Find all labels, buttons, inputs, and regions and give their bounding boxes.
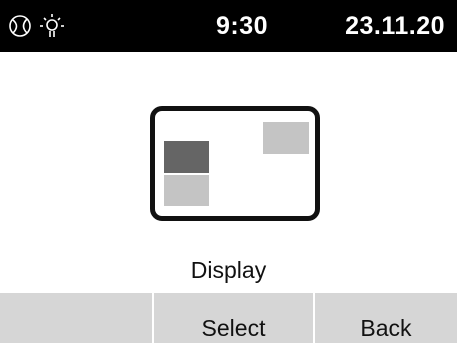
softkey-left[interactable] (0, 293, 154, 343)
status-date: 23.11.20 (345, 12, 445, 40)
display-layout-icon (150, 106, 320, 221)
status-icons (8, 13, 88, 41)
window-top-right (263, 122, 309, 154)
brightness-icon (40, 14, 64, 37)
select-softkey[interactable]: Select (154, 293, 315, 343)
window-dark (164, 141, 209, 173)
status-time: 9:30 (216, 12, 269, 40)
phone-screen: 9:30 23.11.20 Display Select Back (0, 0, 457, 343)
sun-moon-icon (9, 15, 31, 37)
softkey-bar: Select Back (0, 293, 457, 343)
window-light (164, 175, 209, 206)
back-softkey[interactable]: Back (315, 293, 457, 343)
status-bar: 9:30 23.11.20 (0, 0, 457, 52)
screen-title: Display (190, 257, 267, 283)
